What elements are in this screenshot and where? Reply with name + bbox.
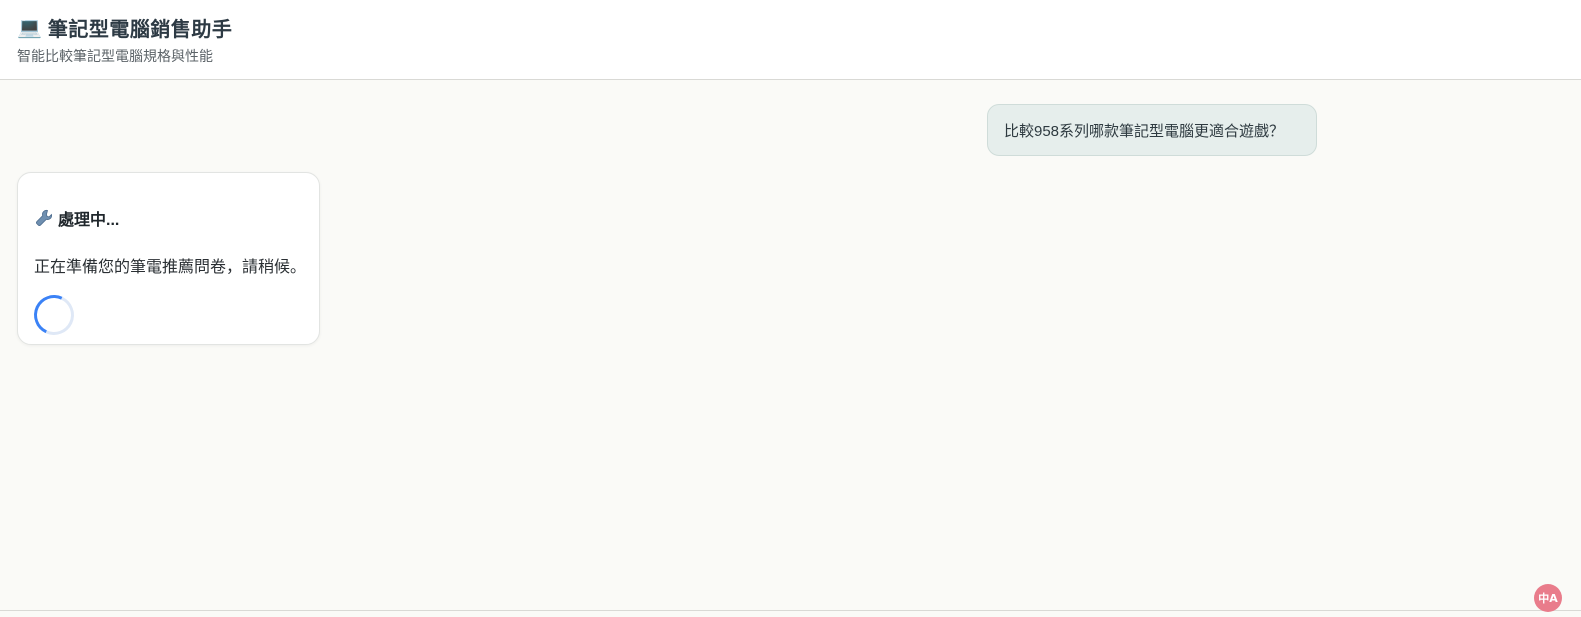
header: 💻 筆記型電腦銷售助手 智能比較筆記型電腦規格與性能 [0,0,1581,80]
page-subtitle: 智能比較筆記型電腦規格與性能 [17,48,213,64]
title-row: 💻 筆記型電腦銷售助手 [17,12,1564,42]
user-message-bubble: 比較958系列哪款筆記型電腦更適合遊戲？ [987,104,1317,156]
page-title: 筆記型電腦銷售助手 [47,18,233,41]
user-message-text: 比較958系列哪款筆記型電腦更適合遊戲？ [1004,122,1285,140]
laptop-icon: 💻 [17,15,42,39]
status-title: 處理中... [58,212,120,229]
bot-status-card: 處理中... 正在準備您的筆電推薦問卷，請稍候。 [17,172,320,345]
divider [0,610,1581,611]
translate-icon[interactable]: 中A [1534,584,1562,612]
spinner-icon [28,289,80,341]
status-header: 處理中... [34,207,303,229]
status-text: 正在準備您的筆電推薦問卷，請稍候。 [34,259,307,276]
chat-area: 比較958系列哪款筆記型電腦更適合遊戲？ 處理中... 正在準備您的筆電推薦問卷… [0,81,1581,610]
wrench-icon [35,209,53,227]
app-window: 💻 筆記型電腦銷售助手 智能比較筆記型電腦規格與性能 比較958系列哪款筆記型電… [0,0,1581,617]
